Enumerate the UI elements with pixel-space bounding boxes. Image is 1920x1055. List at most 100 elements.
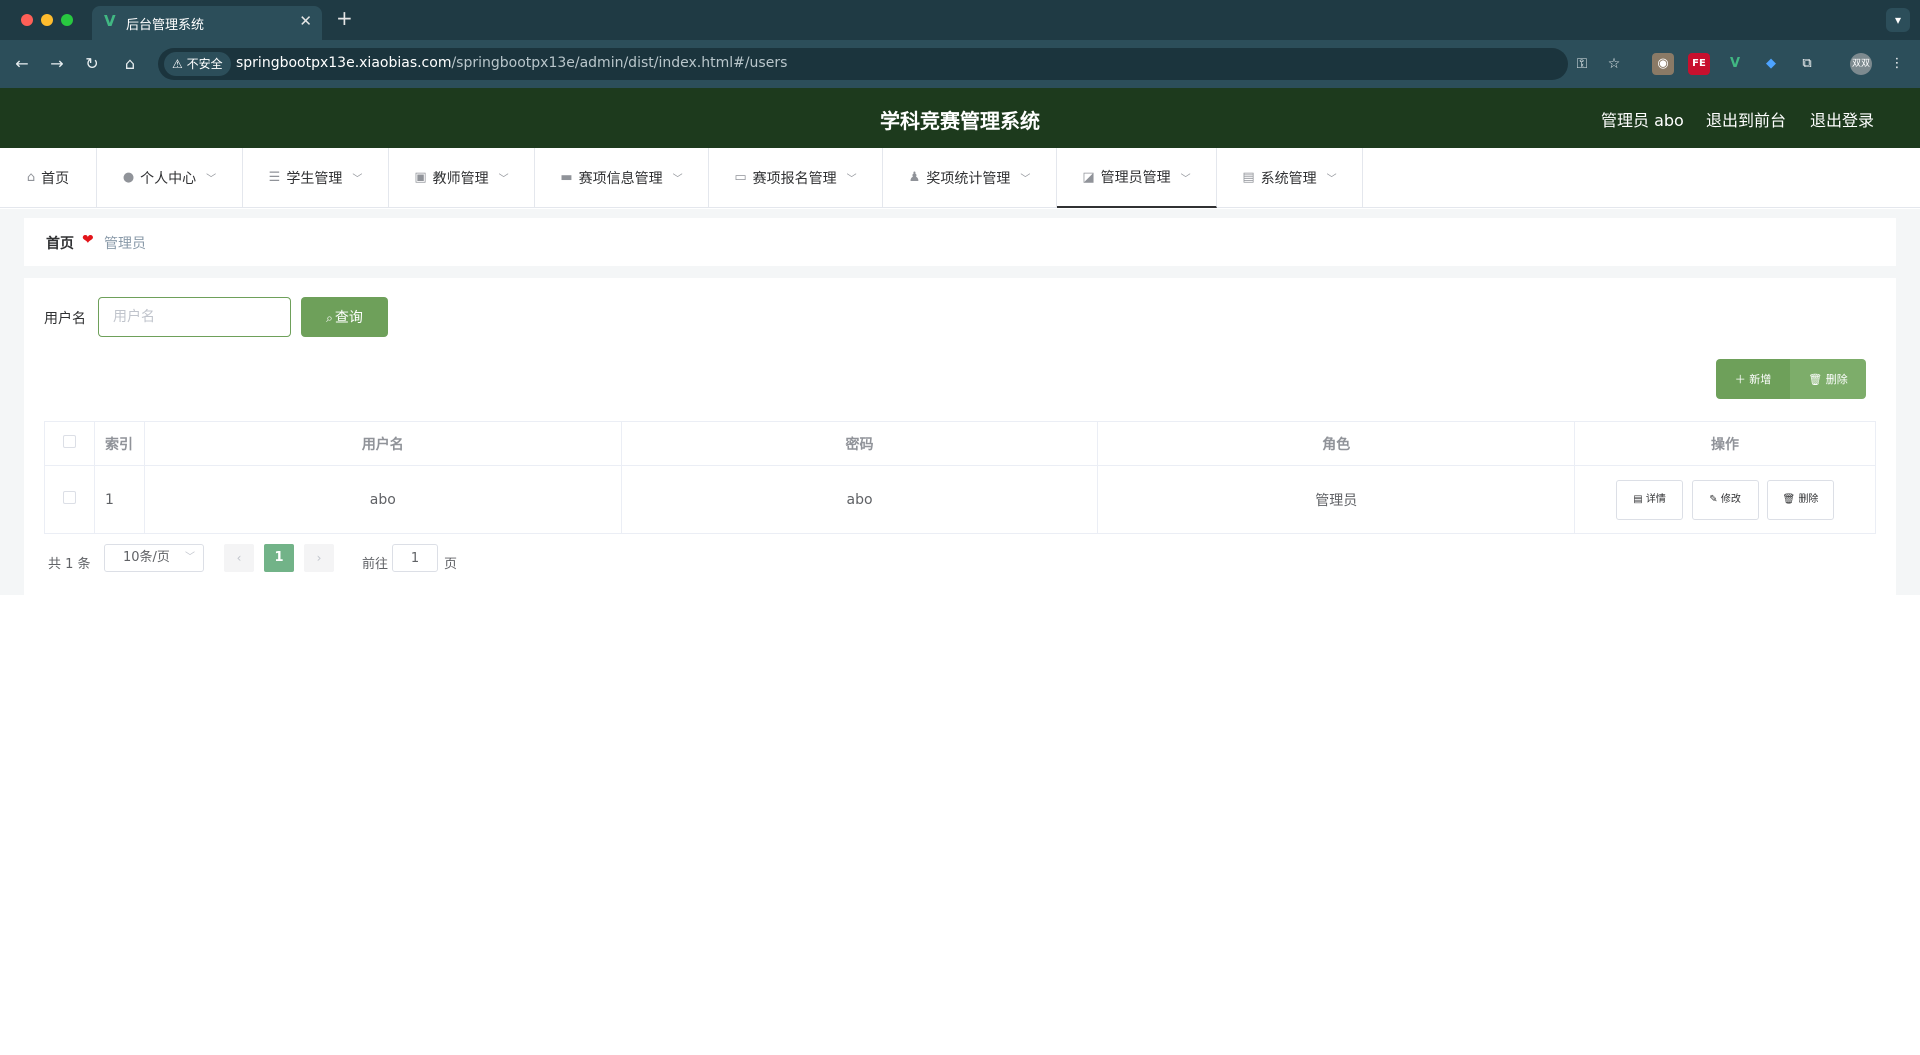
edit-button-label: 修改	[1720, 493, 1741, 505]
table-row: 1 abo abo 管理员 ▤ 详情 ✎ 修改 🗑 删除	[44, 465, 1876, 534]
add-button-label: 新增	[1749, 373, 1772, 386]
chevron-down-icon: ﹀	[1326, 174, 1337, 185]
menu-label: 赛项信息管理	[578, 170, 663, 187]
person-icon: ♟	[908, 170, 921, 185]
app-header: 学科竞赛管理系统 管理员 abo 退出到前台 退出登录	[0, 88, 1920, 148]
list-icon: ☰	[268, 170, 281, 185]
column-header-password: 密码	[620, 421, 1099, 466]
cell-role: 管理员	[1097, 465, 1576, 534]
page-size-select[interactable]: 10条/页 ﹀	[104, 544, 204, 572]
menu-item-awards[interactable]: ♟ 奖项统计管理 ﹀	[883, 148, 1057, 207]
menu-item-home[interactable]: ⌂ 首页	[0, 148, 97, 207]
trash-icon: 🗑	[1808, 373, 1823, 386]
chevron-down-icon: ﹀	[498, 174, 509, 185]
breadcrumb-home[interactable]: 首页	[46, 233, 74, 253]
delete-button-label: 删除	[1825, 373, 1848, 386]
menu-item-admins[interactable]: ◪ 管理员管理 ﹀	[1057, 148, 1217, 208]
chevron-down-icon: ﹀	[1020, 174, 1031, 185]
detail-button[interactable]: ▤ 详情	[1616, 479, 1684, 520]
detail-button-label: 详情	[1645, 493, 1666, 505]
pencil-icon: ✎	[1709, 493, 1718, 505]
extension-owl-icon[interactable]: ◉	[1652, 53, 1674, 75]
menu-label: 教师管理	[432, 170, 489, 187]
goto-page-input[interactable]	[392, 544, 438, 572]
pagination-total: 共 1 条	[48, 557, 91, 572]
menu-label: 个人中心	[140, 170, 197, 187]
card-icon: ▭	[734, 170, 747, 185]
menu-item-registration[interactable]: ▭ 赛项报名管理 ﹀	[709, 148, 883, 207]
plus-icon: ＋	[1734, 373, 1746, 386]
window-maximize-icon[interactable]	[61, 14, 73, 26]
menu-item-competition-info[interactable]: ▬ 赛项信息管理 ﹀	[535, 148, 709, 207]
menu-item-students[interactable]: ☰ 学生管理 ﹀	[243, 148, 389, 207]
tab-search-icon[interactable]: ▾	[1886, 8, 1910, 32]
admin-table: 索引 用户名 密码 角色 操作 1 abo abo 管理员 ▤ 详情 ✎ 修改 …	[44, 421, 1876, 534]
username-search-input[interactable]	[98, 297, 291, 337]
forward-icon[interactable]: →	[45, 52, 69, 76]
exit-to-front-link[interactable]: 退出到前台	[1706, 107, 1786, 131]
column-header-index: 索引	[93, 421, 145, 466]
chevron-down-icon: ﹀	[206, 174, 217, 185]
user-icon: ●	[122, 170, 135, 185]
cell-actions: ▤ 详情 ✎ 修改 🗑 删除	[1574, 465, 1876, 534]
logout-link[interactable]: 退出登录	[1810, 107, 1874, 131]
window-minimize-icon[interactable]	[41, 14, 53, 26]
current-user[interactable]: 管理员 abo	[1601, 107, 1684, 131]
extension-gem-icon[interactable]: ◆	[1760, 53, 1782, 75]
home-icon: ⌂	[26, 170, 36, 185]
cell-username: abo	[143, 465, 622, 534]
select-all-cell	[44, 421, 95, 466]
row-delete-button-label: 删除	[1798, 493, 1819, 505]
password-key-icon[interactable]: ⚿	[1572, 54, 1592, 74]
next-page-button[interactable]: ›	[304, 544, 334, 572]
add-button[interactable]: ＋ 新增	[1716, 359, 1790, 399]
row-checkbox[interactable]	[62, 491, 76, 504]
extension-fe-icon[interactable]: FE	[1688, 53, 1710, 75]
breadcrumb-current: 管理员	[104, 236, 146, 252]
profile-avatar[interactable]: 双双	[1850, 53, 1872, 75]
security-chip[interactable]: ⚠ 不安全	[164, 52, 231, 76]
top-menu: ⌂ 首页 ● 个人中心 ﹀ ☰ 学生管理 ﹀ ▣ 教师管理 ﹀ ▬ 赛项信息管理…	[0, 148, 1920, 208]
search-button[interactable]: ⌕ 查询	[301, 297, 388, 337]
url-text: springbootpx13e.xiaobias.com/springbootp…	[236, 55, 788, 71]
breadcrumb: 首页 ❤ 管理员	[24, 218, 1896, 266]
menu-label: 管理员管理	[1100, 170, 1171, 186]
menu-item-teachers[interactable]: ▣ 教师管理 ﹀	[389, 148, 535, 207]
page-number-current[interactable]: 1	[264, 544, 294, 572]
menu-label: 首页	[41, 170, 70, 187]
heart-icon: ❤	[82, 232, 94, 248]
browser-menu-icon[interactable]: ⋮	[1886, 53, 1908, 75]
batch-delete-button[interactable]: 🗑 删除	[1790, 359, 1866, 399]
menu-item-system[interactable]: ▤ 系统管理 ﹀	[1217, 148, 1363, 207]
extensions-puzzle-icon[interactable]: ⧉	[1796, 53, 1818, 75]
extension-vue-icon[interactable]: V	[1724, 53, 1746, 75]
menu-label: 系统管理	[1260, 170, 1317, 187]
back-icon[interactable]: ←	[10, 52, 34, 76]
page-size-value: 10条/页	[123, 550, 170, 565]
chevron-down-icon: ﹀	[185, 552, 195, 563]
content-card: 用户名 ⌕查询 ＋ 新增 🗑 删除 索引 用户名 密码 角色 操作 1 abo …	[24, 278, 1896, 595]
cell-index: 1	[93, 465, 145, 534]
table-header-row: 索引 用户名 密码 角色 操作	[44, 421, 1876, 466]
prev-page-button[interactable]: ‹	[224, 544, 254, 572]
search-icon: ⌕	[326, 311, 333, 325]
address-bar[interactable]: ⚠ 不安全 springbootpx13e.xiaobias.com/sprin…	[158, 48, 1620, 80]
browser-tab[interactable]: V 后台管理系统 ✕	[92, 6, 322, 40]
menu-item-personal-center[interactable]: ● 个人中心 ﹀	[97, 148, 243, 207]
column-header-actions: 操作	[1574, 421, 1876, 466]
browser-toolbar: ← → ↻ ⌂ ⚠ 不安全 springbootpx13e.xiaobias.c…	[0, 40, 1920, 88]
edit-button[interactable]: ✎ 修改	[1691, 479, 1759, 520]
row-delete-button[interactable]: 🗑 删除	[1767, 479, 1834, 520]
reload-icon[interactable]: ↻	[80, 52, 104, 76]
select-all-checkbox[interactable]	[62, 435, 76, 448]
tab-close-icon[interactable]: ✕	[299, 12, 312, 30]
new-tab-icon[interactable]: +	[336, 8, 353, 28]
window-close-icon[interactable]	[21, 14, 33, 26]
home-browser-icon[interactable]: ⌂	[118, 52, 142, 76]
chevron-down-icon: ﹀	[352, 174, 363, 185]
bookmark-star-icon[interactable]: ☆	[1604, 54, 1624, 74]
menu-label: 奖项统计管理	[926, 170, 1011, 187]
trash-icon: 🗑	[1782, 493, 1796, 505]
menu-label: 赛项报名管理	[752, 170, 837, 187]
browser-tab-bar: V 后台管理系统 ✕ + ▾	[0, 0, 1920, 40]
